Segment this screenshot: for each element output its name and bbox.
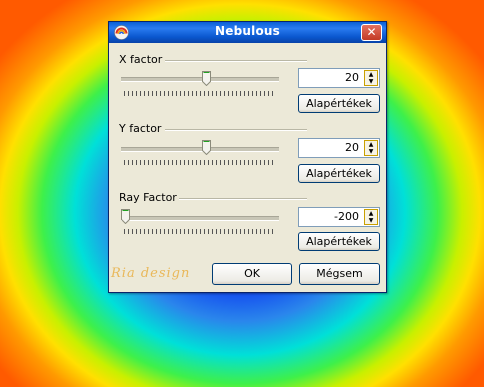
spin-up-icon[interactable]: ▲: [365, 210, 377, 217]
cancel-button[interactable]: Mégsem: [299, 263, 380, 285]
y-factor-slider-thumb[interactable]: [202, 140, 211, 155]
ray-factor-spin-buttons[interactable]: ▲ ▼: [364, 209, 378, 225]
x-factor-slider-thumb[interactable]: [202, 71, 211, 86]
y-factor-slider-ticks: [124, 160, 276, 165]
spin-down-icon[interactable]: ▼: [365, 148, 377, 155]
x-factor-slider-ticks: [124, 91, 276, 96]
spin-down-icon[interactable]: ▼: [365, 78, 377, 85]
x-factor-spin-buttons[interactable]: ▲ ▼: [364, 70, 378, 86]
ray-factor-spinbox[interactable]: -200 ▲ ▼: [298, 207, 380, 227]
group-divider: [165, 129, 307, 130]
y-factor-spin-buttons[interactable]: ▲ ▼: [364, 140, 378, 156]
x-factor-value[interactable]: 20: [304, 71, 359, 84]
spin-down-icon[interactable]: ▼: [365, 217, 377, 224]
close-icon: ✕: [366, 25, 377, 39]
ok-button[interactable]: OK: [212, 263, 292, 285]
y-factor-default-button[interactable]: Alapértékek: [298, 164, 380, 183]
close-button[interactable]: ✕: [361, 24, 382, 41]
group-divider: [165, 60, 307, 61]
ray-factor-label: Ray Factor: [119, 191, 177, 204]
ray-factor-default-button[interactable]: Alapértékek: [298, 232, 380, 251]
x-factor-slider-track[interactable]: [121, 77, 279, 82]
ray-factor-slider-thumb[interactable]: [121, 209, 130, 224]
y-factor-value[interactable]: 20: [304, 141, 359, 154]
nebulous-dialog: Nebulous ✕ X factor 20 ▲ ▼ Alapértékek Y…: [108, 21, 387, 293]
ray-factor-value[interactable]: -200: [304, 210, 359, 223]
spin-up-icon[interactable]: ▲: [365, 71, 377, 78]
spin-up-icon[interactable]: ▲: [365, 141, 377, 148]
y-factor-slider-track[interactable]: [121, 147, 279, 152]
ray-factor-slider-track[interactable]: [121, 216, 279, 221]
x-factor-label: X factor: [119, 53, 163, 66]
y-factor-label: Y factor: [119, 122, 162, 135]
x-factor-spinbox[interactable]: 20 ▲ ▼: [298, 68, 380, 88]
x-factor-default-button[interactable]: Alapértékek: [298, 94, 380, 113]
dialog-title: Nebulous: [215, 24, 280, 38]
ray-factor-slider-ticks: [124, 229, 276, 234]
y-factor-spinbox[interactable]: 20 ▲ ▼: [298, 138, 380, 158]
group-divider: [179, 198, 307, 199]
title-bar[interactable]: Nebulous ✕: [109, 22, 386, 43]
signature-logo: Ria design: [111, 266, 191, 281]
